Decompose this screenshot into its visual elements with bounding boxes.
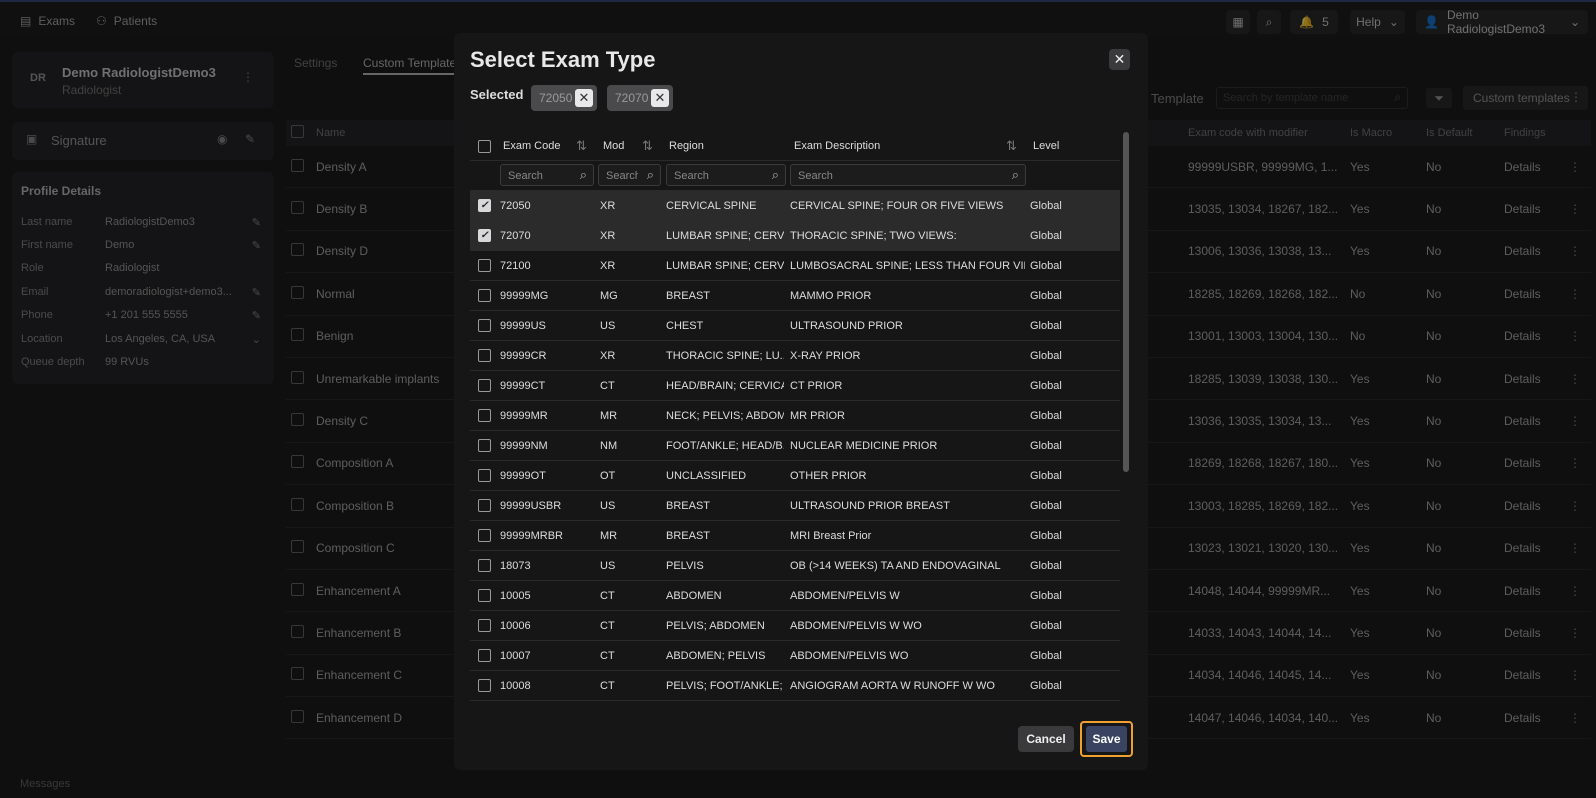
search-icon: ⌕: [771, 167, 779, 182]
exam-type-row[interactable]: 10008 CT PELVIS; FOOT/ANKLE; ... ANGIOGRAM …: [470, 671, 1120, 701]
remove-chip-icon[interactable]: ✕: [575, 89, 593, 107]
selected-label: Selected: [470, 87, 524, 102]
row-checkbox[interactable]: [478, 289, 491, 302]
save-button[interactable]: Save: [1086, 726, 1127, 752]
scrollbar-thumb[interactable]: [1123, 132, 1129, 472]
row-checkbox[interactable]: [478, 259, 491, 272]
exam-type-row[interactable]: ✓ 72050 XR CERVICAL SPINE CERVICAL SPINE; FO…: [470, 191, 1120, 221]
row-checkbox[interactable]: [478, 559, 491, 572]
exam-code-search-input[interactable]: Search ⌕: [500, 164, 594, 186]
exam-type-row[interactable]: 99999OT OT UNCLASSIFIED OTHER PRIOR Global: [470, 461, 1120, 491]
exam-type-row[interactable]: ✓ 72070 XR LUMBAR SPINE; CERVI... THORACIC S…: [470, 221, 1120, 251]
row-checkbox[interactable]: [478, 619, 491, 632]
exam-type-row[interactable]: 99999USBR US BREAST ULTRASOUND PRIOR BREAST…: [470, 491, 1120, 521]
row-checkbox[interactable]: [478, 439, 491, 452]
sort-icon[interactable]: ⇅: [576, 138, 587, 154]
row-checkbox[interactable]: [478, 319, 491, 332]
description-search-input[interactable]: Search ⌕: [790, 164, 1026, 186]
region-search-input[interactable]: Search ⌕: [666, 164, 786, 186]
exam-type-row[interactable]: 99999CTCTHEAD/BRAIN; CERVICA...CT PRIORG…: [470, 371, 1120, 401]
exam-type-row[interactable]: 72100 XR LUMBAR SPINE; CERVI... LUMBOSACRAL…: [470, 251, 1120, 281]
selected-chip: 72050 ✕: [531, 85, 597, 111]
exam-type-row[interactable]: 10006 CT PELVIS; ABDOMEN ABDOMEN/PELVIS W W…: [470, 611, 1120, 641]
grid-body: ✓ 72050 XR CERVICAL SPINE CERVICAL SPINE; FO…: [470, 191, 1120, 701]
remove-chip-icon[interactable]: ✕: [651, 89, 669, 107]
modal-title: Select Exam Type: [470, 47, 656, 72]
grid-header: Exam Code ⇅ Mod ⇅ Region ⇅ Exam Descript…: [470, 132, 1120, 161]
exam-type-row[interactable]: 10005 CT ABDOMEN ABDOMEN/PELVIS W Global: [470, 581, 1120, 611]
exam-type-grid: Exam Code ⇅ Mod ⇅ Region ⇅ Exam Descript…: [470, 132, 1120, 707]
mod-search-input[interactable]: Search ⌕: [598, 164, 661, 186]
exam-type-row[interactable]: 99999NM NM FOOT/ANKLE; HEAD/B... NUCLEAR ME…: [470, 431, 1120, 461]
close-icon[interactable]: ✕: [1109, 49, 1130, 70]
row-checkbox[interactable]: [478, 649, 491, 662]
sort-icon[interactable]: ⇅: [642, 138, 653, 154]
row-checkbox[interactable]: [478, 409, 491, 422]
row-checkbox[interactable]: [478, 379, 491, 392]
row-checkbox[interactable]: ✓: [478, 199, 491, 212]
exam-type-row[interactable]: 99999MR MR NECK; PELVIS; ABDOM... MR PRIOR G…: [470, 401, 1120, 431]
search-icon: ⌕: [646, 167, 654, 182]
exam-type-row[interactable]: 99999CR XR THORACIC SPINE; LU... X-RAY PRIO…: [470, 341, 1120, 371]
search-row: Search ⌕ Search ⌕ Search ⌕ Search ⌕: [470, 161, 1120, 191]
exam-type-row[interactable]: 10007 CT ABDOMEN; PELVIS ABDOMEN/PELVIS WO G…: [470, 641, 1120, 671]
exam-type-row[interactable]: 18073 US PELVIS OB (>14 WEEKS) TA AND ENDOV…: [470, 551, 1120, 581]
row-checkbox[interactable]: [478, 469, 491, 482]
exam-type-row[interactable]: 99999MG MG BREAST MAMMO PRIOR Global: [470, 281, 1120, 311]
row-checkbox[interactable]: [478, 499, 491, 512]
search-icon: ⌕: [1011, 167, 1019, 182]
row-checkbox[interactable]: [478, 529, 491, 542]
select-exam-type-modal: Select Exam Type ✕ Selected 72050 ✕ 7207…: [454, 33, 1148, 770]
row-checkbox[interactable]: ✓: [478, 229, 491, 242]
row-checkbox[interactable]: [478, 589, 491, 602]
save-button-focus-ring: Save: [1080, 721, 1133, 757]
select-all-checkbox[interactable]: [478, 140, 491, 153]
grid-scrollbar[interactable]: [1122, 132, 1130, 707]
selected-chip: 72070 ✕: [607, 85, 673, 111]
cancel-button[interactable]: Cancel: [1018, 726, 1074, 752]
sort-icon[interactable]: ⇅: [1006, 138, 1017, 154]
row-checkbox[interactable]: [478, 679, 491, 692]
row-checkbox[interactable]: [478, 349, 491, 362]
search-icon: ⌕: [579, 167, 587, 182]
exam-type-row[interactable]: 99999MRBR MR BREAST MRI Breast Prior Global: [470, 521, 1120, 551]
exam-type-row[interactable]: 99999US US CHEST ULTRASOUND PRIOR Global: [470, 311, 1120, 341]
